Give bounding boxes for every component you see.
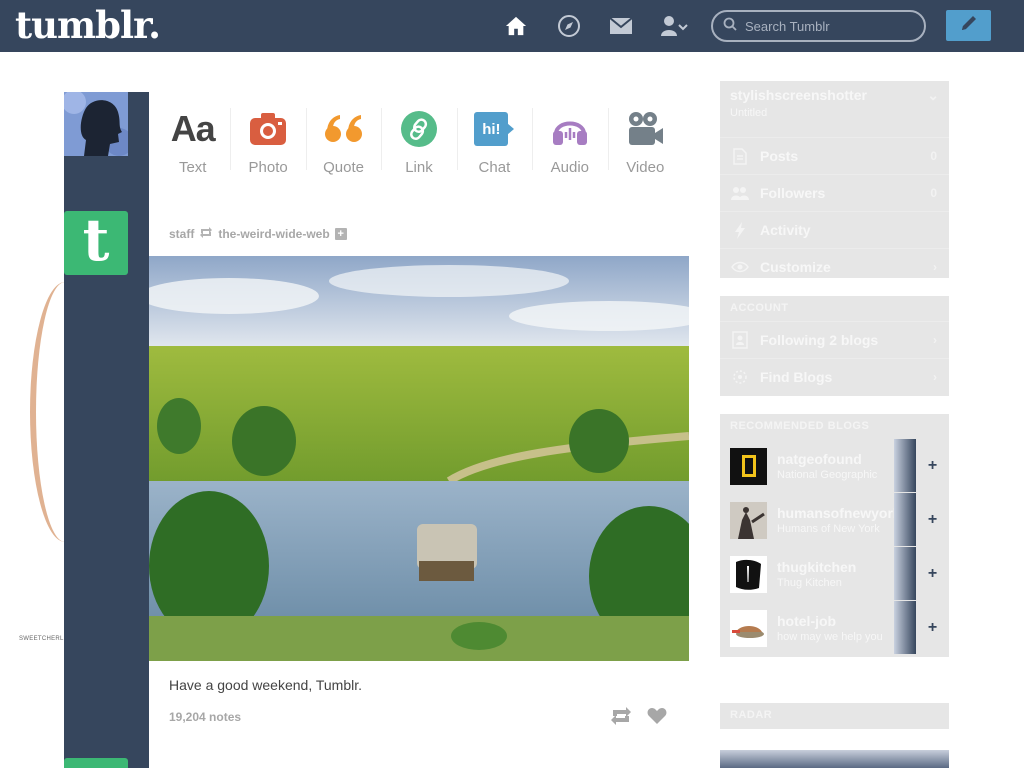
post-caption: Have a good weekend, Tumblr. bbox=[169, 677, 363, 693]
recommended-blog-item[interactable]: hotel-job how may we help you + bbox=[720, 601, 949, 655]
compose-pencil-icon bbox=[959, 13, 979, 38]
sidebar-account-box: ACCOUNT Following 2 blogs › Find Blogs › bbox=[720, 296, 949, 396]
reblog-small-icon bbox=[199, 227, 213, 241]
text-aa-icon: Aa bbox=[170, 108, 216, 149]
follow-blog-button[interactable]: + bbox=[916, 601, 949, 654]
post-type-text[interactable]: Aa Text bbox=[155, 92, 230, 190]
follow-blog-button[interactable]: + bbox=[916, 439, 949, 492]
activity-bolt-icon bbox=[730, 221, 750, 239]
tumblr-logo[interactable]: tumblr. bbox=[15, 3, 161, 47]
recommended-blog-subtitle: Humans of New York bbox=[777, 523, 880, 535]
recommended-blog-header-strip bbox=[894, 439, 916, 492]
recommended-blog-header-strip bbox=[894, 493, 916, 546]
sidebar-recommended-box: RECOMMENDED BLOGS natgeofound National G… bbox=[720, 414, 949, 657]
next-post-card bbox=[149, 760, 689, 768]
compose-button[interactable] bbox=[946, 10, 991, 41]
recommended-blog-name: natgeofound bbox=[777, 451, 862, 467]
recommended-blog-name: humansofnewyork bbox=[777, 505, 897, 521]
background-credit: SWEETCHERL bbox=[19, 636, 64, 642]
sidebar-radar-box: RADAR bbox=[720, 703, 949, 729]
staff-avatar-letter: t bbox=[82, 206, 110, 274]
reblog-icon[interactable] bbox=[609, 706, 633, 726]
account-heading: ACCOUNT bbox=[730, 302, 789, 314]
post-type-audio[interactable]: Audio bbox=[532, 92, 607, 190]
inbox-mail-icon[interactable] bbox=[609, 14, 633, 38]
like-heart-icon[interactable] bbox=[645, 706, 669, 726]
post-type-photo[interactable]: Photo bbox=[230, 92, 305, 190]
hotel-job-avatar bbox=[730, 609, 767, 647]
dashboard-post: staff the-weird-wide-web + Have a good w… bbox=[149, 211, 689, 739]
recommended-blog-subtitle: how may we help you bbox=[777, 631, 883, 643]
posts-icon bbox=[730, 147, 750, 165]
sidebar-item-find-blogs[interactable]: Find Blogs › bbox=[720, 358, 949, 395]
dashboard-background-image bbox=[0, 52, 64, 768]
sidebar-item-customize[interactable]: Customize › bbox=[720, 248, 949, 285]
reblog-source-link[interactable]: the-weird-wide-web bbox=[218, 227, 329, 241]
follow-source-button[interactable]: + bbox=[334, 228, 347, 240]
explore-compass-icon[interactable] bbox=[557, 14, 581, 38]
natgeo-avatar bbox=[730, 447, 767, 485]
chevron-down-icon: ⌄ bbox=[927, 87, 939, 103]
blog-info[interactable]: stylishscreenshotter ⌄ Untitled bbox=[720, 81, 949, 137]
post-author-link[interactable]: staff bbox=[169, 227, 194, 241]
home-icon[interactable] bbox=[504, 14, 528, 38]
radar-heading: RADAR bbox=[730, 709, 773, 721]
quote-marks-icon bbox=[324, 110, 364, 148]
recommended-blog-name: hotel-job bbox=[777, 613, 837, 629]
recommended-blog-item[interactable]: natgeofound National Geographic + bbox=[720, 439, 949, 493]
follow-blog-button[interactable]: + bbox=[916, 547, 949, 600]
post-type-video[interactable]: Video bbox=[607, 92, 683, 190]
background-hair-shape bbox=[30, 282, 64, 542]
sidebar-item-activity[interactable]: Activity bbox=[720, 211, 949, 248]
camera-icon bbox=[249, 110, 287, 148]
user-avatar[interactable] bbox=[64, 92, 128, 156]
link-chain-icon bbox=[400, 110, 438, 148]
sidebar-blog-box: stylishscreenshotter ⌄ Untitled Posts 0 … bbox=[720, 81, 949, 278]
post-type-link[interactable]: Link bbox=[381, 92, 456, 190]
search-input[interactable] bbox=[745, 18, 915, 34]
top-navigation-bar: tumblr. bbox=[0, 0, 1024, 52]
sidebar-item-posts[interactable]: Posts 0 bbox=[720, 137, 949, 174]
post-type-bar: Aa Text Photo Quote Link hi! Chat Audio … bbox=[149, 92, 689, 190]
blog-name: stylishscreenshotter bbox=[730, 87, 867, 103]
humansofnewyork-avatar bbox=[730, 501, 767, 539]
following-icon bbox=[730, 331, 750, 349]
follow-blog-button[interactable]: + bbox=[916, 493, 949, 546]
search-box[interactable] bbox=[711, 10, 926, 42]
sidebar-item-followers[interactable]: Followers 0 bbox=[720, 174, 949, 211]
account-icon[interactable] bbox=[660, 14, 690, 38]
post-type-quote[interactable]: Quote bbox=[305, 92, 381, 190]
next-post-avatar[interactable] bbox=[64, 758, 128, 768]
find-blogs-icon bbox=[730, 368, 750, 386]
headphones-icon bbox=[551, 110, 589, 148]
recommended-blog-header-strip bbox=[894, 601, 916, 654]
radar-post-preview[interactable] bbox=[720, 750, 949, 768]
customize-eye-icon bbox=[730, 261, 750, 273]
recommended-blog-subtitle: Thug Kitchen bbox=[777, 577, 842, 589]
post-photo[interactable] bbox=[149, 256, 689, 661]
recommended-blog-item[interactable]: thugkitchen Thug Kitchen + bbox=[720, 547, 949, 601]
thugkitchen-avatar bbox=[730, 555, 767, 593]
recommended-heading: RECOMMENDED BLOGS bbox=[730, 420, 870, 432]
staff-avatar[interactable]: t bbox=[64, 211, 128, 275]
post-type-chat[interactable]: hi! Chat bbox=[456, 92, 532, 190]
chat-bubble-icon: hi! bbox=[474, 110, 515, 148]
recommended-blog-item[interactable]: humansofnewyork Humans of New York + bbox=[720, 493, 949, 547]
recommended-blog-name: thugkitchen bbox=[777, 559, 857, 575]
sidebar-item-following[interactable]: Following 2 blogs › bbox=[720, 321, 949, 358]
recommended-blog-header-strip bbox=[894, 547, 916, 600]
movie-camera-icon bbox=[626, 110, 664, 148]
recommended-blog-subtitle: National Geographic bbox=[777, 469, 878, 481]
search-icon bbox=[723, 17, 737, 36]
blog-subtitle: Untitled bbox=[730, 107, 768, 119]
followers-icon bbox=[730, 186, 750, 200]
post-notes-count[interactable]: 19,204 notes bbox=[169, 710, 241, 724]
avatar-column bbox=[64, 92, 149, 768]
post-header: staff the-weird-wide-web + bbox=[169, 227, 347, 241]
